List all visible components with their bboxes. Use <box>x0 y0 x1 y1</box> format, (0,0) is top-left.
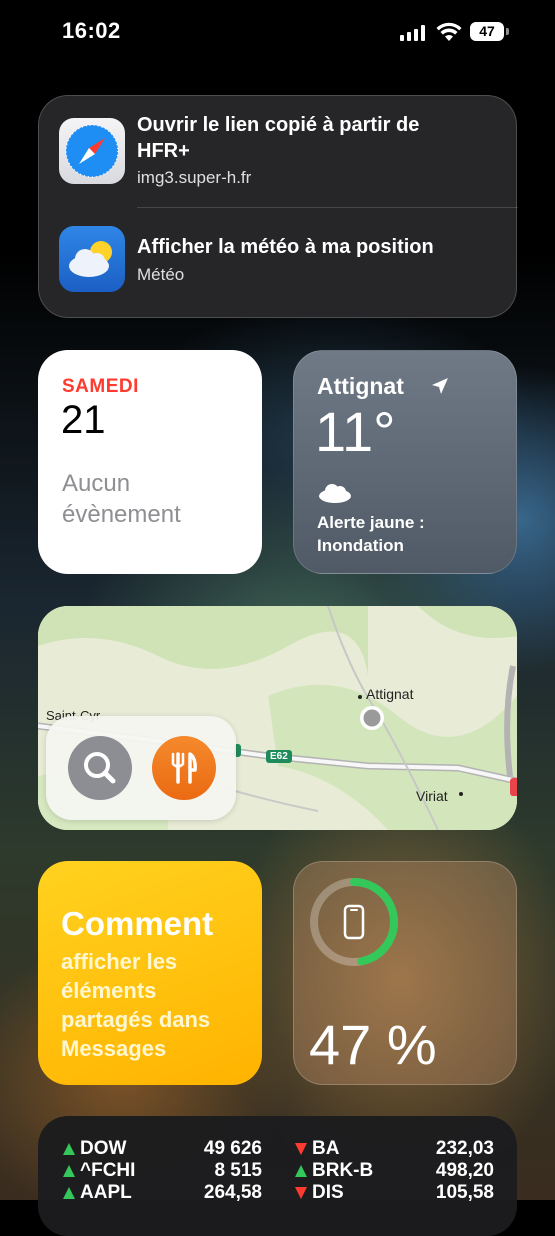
cellular-signal-icon <box>400 25 426 41</box>
stock-value: 232,03 <box>435 1138 494 1159</box>
trend-down-icon <box>295 1187 307 1199</box>
tips-widget[interactable]: Comment afficher les éléments partagés d… <box>38 861 262 1085</box>
stock-symbol: BA <box>312 1138 340 1159</box>
stock-value: 498,20 <box>435 1160 494 1181</box>
weather-app-icon <box>59 226 125 292</box>
suggestion-open-link[interactable]: Ouvrir le lien copié à partir de HFR+ im… <box>39 96 518 206</box>
wifi-icon <box>436 22 462 41</box>
stock-row[interactable]: BRK-B 498,20 <box>294 1160 494 1182</box>
stock-value: 8 515 <box>214 1160 262 1181</box>
siri-suggestions-widget: Ouvrir le lien copié à partir de HFR+ im… <box>38 95 518 318</box>
stock-symbol: BRK-B <box>312 1160 374 1181</box>
calendar-date: 21 <box>61 398 106 442</box>
stock-row[interactable]: ^FCHI 8 515 <box>62 1160 262 1182</box>
weather-city: Attignat <box>317 373 404 399</box>
stock-value: 49 626 <box>203 1138 262 1159</box>
road-badge: E62 <box>266 750 292 763</box>
battery-ring <box>310 878 398 966</box>
map-label-attignat: Attignat <box>366 686 414 702</box>
trend-down-icon <box>295 1143 307 1155</box>
stocks-widget[interactable]: DOW 49 626 ^FCHI 8 515 AAPL 264,58 BA 232,03 BRK… <box>38 1116 517 1236</box>
map-search-button[interactable] <box>68 736 132 800</box>
stock-symbol: DIS <box>312 1182 344 1203</box>
battery-icon: 47 <box>470 22 504 41</box>
calendar-widget[interactable]: SAMEDI 21 Aucun évènement <box>38 350 262 574</box>
weather-temperature: 11° <box>315 400 396 463</box>
calendar-no-events: Aucun évènement <box>62 470 181 528</box>
trend-up-icon <box>63 1187 75 1199</box>
safari-icon <box>59 118 125 184</box>
location-arrow-icon <box>432 378 448 394</box>
status-bar: 16:02 47 <box>0 0 555 70</box>
batteries-widget[interactable]: 47 % <box>293 861 517 1085</box>
battery-percentage: 47 % <box>309 1013 437 1076</box>
stock-symbol: AAPL <box>80 1182 132 1203</box>
trend-up-icon <box>63 1165 75 1177</box>
cloud-icon <box>319 484 351 503</box>
stock-symbol: ^FCHI <box>80 1160 136 1181</box>
weather-alert: Alerte jaune : Inondation <box>317 513 425 555</box>
suggestion-subtitle: img3.super-h.fr <box>137 168 252 187</box>
tips-body: afficher les éléments partagés dans Mess… <box>61 949 211 1061</box>
map-label-viriat: Viriat <box>416 788 448 804</box>
stock-symbol: DOW <box>80 1138 127 1159</box>
fork-knife-icon <box>171 752 197 784</box>
suggestion-title: Afficher la météo à ma position <box>137 236 434 258</box>
stock-row[interactable]: AAPL 264,58 <box>62 1182 262 1204</box>
stock-row[interactable]: DIS 105,58 <box>294 1182 494 1204</box>
tips-title: Comment <box>61 905 214 942</box>
search-icon <box>84 752 116 784</box>
stock-row[interactable]: DOW 49 626 <box>62 1138 262 1160</box>
suggestion-subtitle: Météo <box>137 265 185 284</box>
map-food-button[interactable] <box>152 736 216 800</box>
suggestion-title: Ouvrir le lien copié à partir de HFR+ <box>137 114 420 162</box>
calendar-weekday: SAMEDI <box>62 376 139 397</box>
iphone-icon <box>343 904 365 940</box>
stock-value: 264,58 <box>203 1182 262 1203</box>
stock-row[interactable]: BA 232,03 <box>294 1138 494 1160</box>
maps-widget[interactable]: Attignat Saint-Cyr Viriat E62 <box>38 606 517 830</box>
suggestion-weather[interactable]: Afficher la météo à ma position Météo <box>39 208 518 318</box>
battery-nub <box>506 28 509 35</box>
clock: 16:02 <box>62 18 121 43</box>
trend-up-icon <box>295 1165 307 1177</box>
map-actions-panel <box>46 716 236 820</box>
trend-up-icon <box>63 1143 75 1155</box>
stock-value: 105,58 <box>435 1182 494 1203</box>
weather-widget[interactable]: Attignat 11° Alerte jaune : Inondation <box>293 350 517 574</box>
